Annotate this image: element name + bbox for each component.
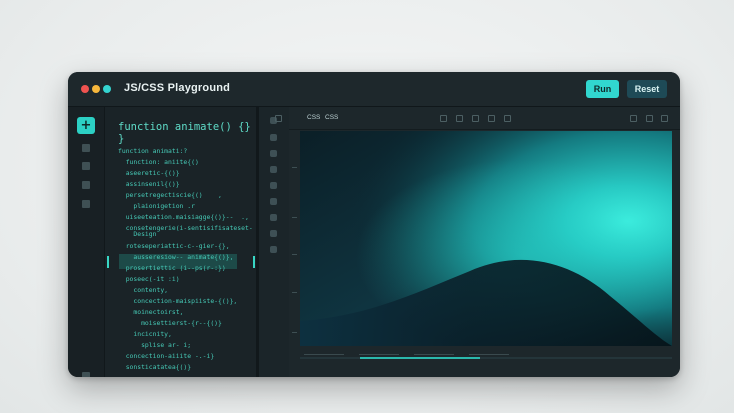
heart-icon[interactable] (82, 144, 90, 152)
code-line: plaionigetion .r (118, 202, 195, 210)
minimize-window-dot[interactable] (92, 85, 100, 93)
code-line: incicnity, (118, 330, 172, 338)
reset-button[interactable]: Reset (627, 80, 667, 98)
image-icon[interactable] (270, 246, 277, 253)
timeline-tick (469, 354, 509, 355)
link-icon[interactable] (270, 198, 277, 205)
code-line: uiseeteation.maisiagge{()}-- ., (118, 213, 249, 221)
code-line: moisettierst-{r--{()} (118, 319, 222, 327)
extensions-icon[interactable] (82, 200, 90, 208)
close-window-dot[interactable] (81, 85, 89, 93)
close-icon[interactable] (661, 115, 668, 122)
timeline-tick (414, 354, 454, 355)
code-line: poseec(-it :i) (118, 275, 180, 283)
preview-toolstrip (259, 107, 289, 377)
timeline-scrollbar[interactable] (300, 357, 672, 359)
tab-css[interactable]: CSS (307, 114, 320, 121)
ruler-tick (292, 217, 297, 218)
clock-icon[interactable] (270, 182, 277, 189)
code-line: Design (118, 230, 157, 238)
code-editor[interactable]: function animate() {} } function animati… (105, 107, 256, 377)
gutter-marker-left (107, 256, 109, 268)
ruler-tick (292, 167, 297, 168)
tab-css-2[interactable]: CSS (325, 114, 338, 121)
code-line: aseeretic-{()} (118, 169, 180, 177)
ruler-tick (292, 292, 297, 293)
download-icon[interactable] (504, 115, 511, 122)
code-line: concection-aiiite -.-i} (118, 352, 215, 360)
code-line: moinectoirst, (118, 308, 184, 316)
code-line: concection-maispiiste-{()}, (118, 297, 238, 305)
code-heading-line: } (118, 133, 125, 145)
code-line: sonsticatatea{()} (118, 363, 192, 371)
playground-window: JS/CSS Playground Run Reset + function a… (68, 72, 680, 377)
code-line: function: aniite{() (118, 158, 199, 166)
copy-icon[interactable] (270, 150, 277, 157)
left-sidebar: + (68, 107, 105, 377)
code-line: function animati:? (118, 147, 188, 155)
popout-icon[interactable] (646, 115, 653, 122)
title-bar: JS/CSS Playground Run Reset (68, 72, 680, 107)
settings-icon[interactable] (82, 372, 90, 377)
layers-icon[interactable] (270, 134, 277, 141)
code-line: assinsenil{()} (118, 180, 180, 188)
preview-panel: CSS CSS (259, 107, 680, 377)
device-icon[interactable] (456, 115, 463, 122)
code-line: persetregectiscie{() , (118, 191, 222, 199)
preview-tab-bar: CSS CSS (275, 107, 680, 130)
grid-icon[interactable] (82, 162, 90, 170)
timeline-tick (304, 354, 344, 355)
run-button[interactable]: Run (586, 80, 619, 98)
code-line: ausseresiow-- animate{()}, (118, 253, 234, 261)
ruler-tick (292, 254, 297, 255)
share-icon[interactable] (488, 115, 495, 122)
timeline-scroll-thumb[interactable] (360, 357, 480, 359)
maximize-window-dot[interactable] (103, 85, 111, 93)
ruler-tick (292, 332, 297, 333)
animated-gradient (300, 131, 672, 346)
code-line: contenty, (118, 286, 169, 294)
code-line: roteseperiattic-c--gier-{}, (118, 242, 230, 250)
add-file-button[interactable]: + (77, 117, 95, 134)
code-line: splise ar- i; (118, 341, 192, 349)
console-icon[interactable] (472, 115, 479, 122)
code-icon[interactable] (270, 230, 277, 237)
code-line: prosertiettic (i--ps(r-:}) (118, 264, 226, 272)
preview-canvas[interactable] (300, 131, 672, 346)
package-icon[interactable] (82, 181, 90, 189)
refresh-icon[interactable] (440, 115, 447, 122)
window-title: JS/CSS Playground (124, 82, 231, 94)
eye-icon[interactable] (275, 115, 282, 122)
chevron-up-icon[interactable] (630, 115, 637, 122)
timeline-tick (359, 354, 399, 355)
gear-icon[interactable] (270, 214, 277, 221)
history-icon[interactable] (270, 166, 277, 173)
